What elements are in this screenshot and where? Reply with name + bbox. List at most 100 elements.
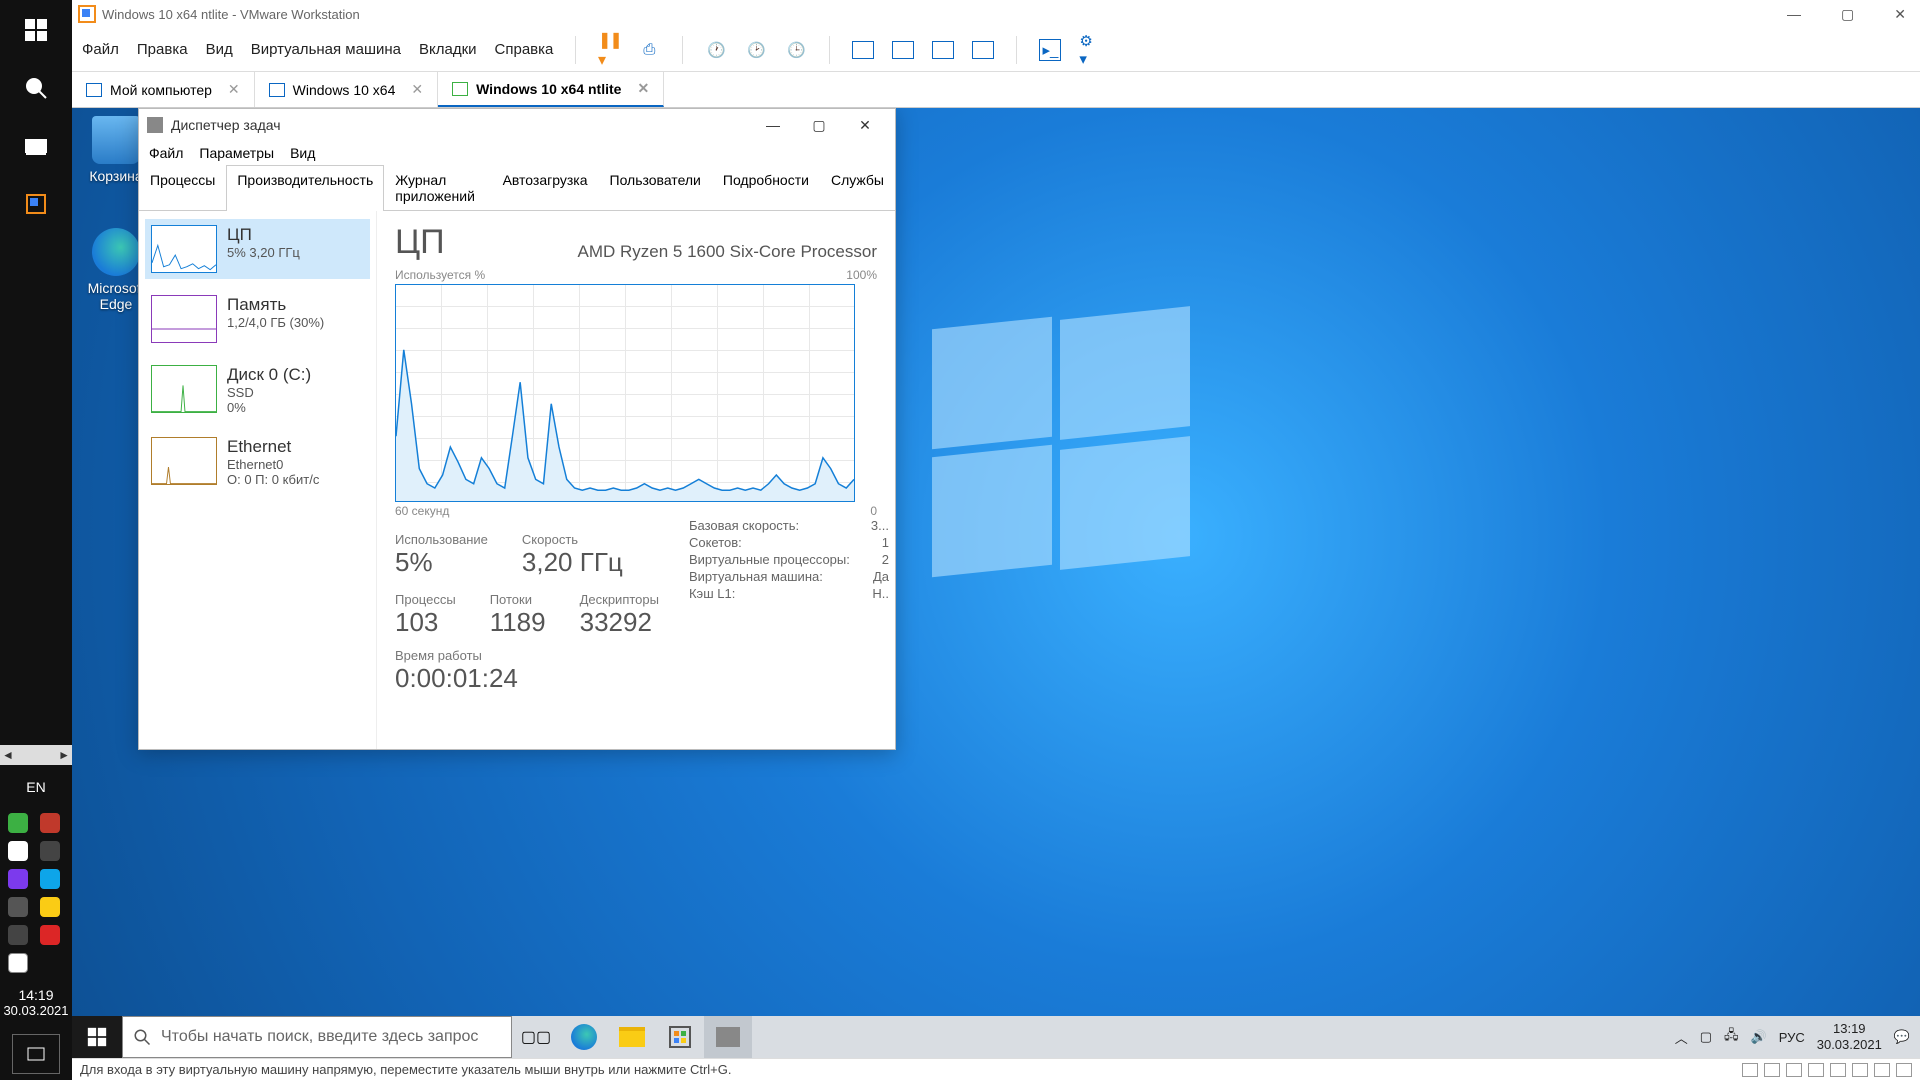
tray-icon-3[interactable] [8, 841, 28, 861]
menu-view[interactable]: Вид [206, 41, 233, 58]
monitor-icon [269, 83, 285, 97]
monitor-on-icon [452, 82, 468, 96]
host-tray [8, 813, 64, 973]
vmware-logo-icon [78, 5, 96, 23]
tray-volume-icon[interactable] [8, 953, 28, 973]
host-taskbar-scroll[interactable]: ◄► [0, 745, 72, 765]
cpu-heading: ЦП [395, 223, 445, 262]
toolbar-snapshot2-icon[interactable]: 🕑 [745, 39, 767, 61]
tm-maximize-button[interactable]: ▢ [797, 110, 841, 140]
tm-tab-details[interactable]: Подробности [712, 165, 820, 210]
guest-search-box[interactable]: Чтобы начать поиск, введите здесь запрос [122, 1016, 512, 1058]
device-icon[interactable] [1742, 1063, 1758, 1077]
sidebar-item-disk[interactable]: Диск 0 (C:)SSD0% [145, 359, 370, 421]
toolbar-view2-icon[interactable] [892, 39, 914, 61]
close-icon[interactable]: ✕ [637, 80, 649, 97]
toolbar-snapshot-icon[interactable]: 🕐 [705, 39, 727, 61]
device-icon[interactable] [1764, 1063, 1780, 1077]
tab-win10[interactable]: Windows 10 x64✕ [255, 72, 438, 107]
tm-tab-startup[interactable]: Автозагрузка [492, 165, 599, 210]
vm-status-hint: Для входа в эту виртуальную машину напря… [80, 1062, 731, 1077]
tray-icon-10[interactable] [40, 925, 60, 945]
guest-desktop[interactable]: Корзина Microsoft Edge Диспетчер задач —… [72, 108, 1920, 1058]
tm-main-panel: ЦП AMD Ryzen 5 1600 Six-Core Processor И… [377, 211, 895, 749]
guest-taskmgr-icon[interactable] [704, 1016, 752, 1058]
sidebar-item-ethernet[interactable]: EthernetEthernet0О: 0 П: 0 кбит/с [145, 431, 370, 493]
tray-icon-1[interactable] [8, 813, 28, 833]
vmware-window-title: Windows 10 x64 ntlite - VMware Workstati… [102, 7, 360, 22]
sidebar-item-memory[interactable]: Память1,2/4,0 ГБ (30%) [145, 289, 370, 349]
device-icon[interactable] [1786, 1063, 1802, 1077]
toolbar-view1-icon[interactable] [852, 39, 874, 61]
tm-titlebar[interactable]: Диспетчер задач — ▢ ✕ [139, 109, 895, 141]
host-clock[interactable]: 14:19 30.03.2021 [3, 987, 68, 1024]
tray-volume-icon[interactable]: 🔊 [1751, 1029, 1767, 1045]
tray-icon-9[interactable] [8, 925, 28, 945]
host-show-desktop[interactable] [12, 1034, 60, 1074]
tray-notifications-icon[interactable]: 💬 [1894, 1029, 1910, 1045]
host-start-button[interactable] [12, 6, 60, 54]
tm-menu-file[interactable]: Файл [149, 145, 183, 161]
tray-icon-7[interactable] [8, 897, 28, 917]
tray-network-icon[interactable]: 🖧 [1724, 1026, 1739, 1048]
tm-tab-services[interactable]: Службы [820, 165, 895, 210]
toolbar-console-icon[interactable]: ▸_ [1039, 39, 1061, 61]
vmware-minimize-button[interactable]: — [1779, 2, 1809, 27]
toolbar-pause-icon[interactable]: ❚❚ ▾ [598, 39, 620, 61]
menu-edit[interactable]: Правка [137, 41, 188, 58]
guest-edge-icon[interactable] [560, 1016, 608, 1058]
vmware-maximize-button[interactable]: ▢ [1833, 2, 1862, 27]
tray-icon-8[interactable] [40, 897, 60, 917]
toolbar-settings-icon[interactable]: ⚙ ▾ [1079, 39, 1101, 61]
menu-help[interactable]: Справка [495, 41, 554, 58]
guest-taskview-icon[interactable]: ▢▢ [512, 1016, 560, 1058]
host-vmware-button[interactable] [12, 180, 60, 228]
toolbar-send-icon[interactable]: ⎙ [638, 39, 660, 61]
menu-vm[interactable]: Виртуальная машина [251, 41, 401, 58]
guest-store-icon[interactable] [656, 1016, 704, 1058]
tm-minimize-button[interactable]: — [751, 110, 795, 140]
tm-menu-options[interactable]: Параметры [199, 145, 274, 161]
host-date: 30.03.2021 [3, 1003, 68, 1018]
tab-win10-ntlite[interactable]: Windows 10 x64 ntlite✕ [438, 72, 664, 107]
device-icon[interactable] [1808, 1063, 1824, 1077]
tray-onedrive-icon[interactable]: ▢ [1700, 1029, 1712, 1045]
tab-my-computer[interactable]: Мой компьютер✕ [72, 72, 255, 107]
host-search-button[interactable] [12, 64, 60, 112]
device-icon[interactable] [1874, 1063, 1890, 1077]
guest-clock[interactable]: 13:1930.03.2021 [1817, 1021, 1882, 1052]
tm-tab-processes[interactable]: Процессы [139, 165, 226, 210]
close-icon[interactable]: ✕ [411, 81, 423, 98]
windows-logo-wallpaper [932, 323, 1188, 579]
host-lang-indicator[interactable]: EN [26, 779, 45, 795]
menu-tabs[interactable]: Вкладки [419, 41, 477, 58]
device-icon[interactable] [1830, 1063, 1846, 1077]
tray-icon-5[interactable] [8, 869, 28, 889]
tray-chevron-up-icon[interactable]: ︿ [1675, 1028, 1688, 1047]
toolbar-snapshot3-icon[interactable]: 🕒 [785, 39, 807, 61]
tray-icon-2[interactable] [40, 813, 60, 833]
guest-start-button[interactable] [72, 1016, 122, 1058]
host-taskview-button[interactable] [12, 122, 60, 170]
tm-tab-performance[interactable]: Производительность [226, 165, 384, 211]
tm-tab-apphistory[interactable]: Журнал приложений [384, 165, 491, 210]
guest-explorer-icon[interactable] [608, 1016, 656, 1058]
menu-file[interactable]: Файл [82, 41, 119, 58]
toolbar-unity-icon[interactable] [972, 39, 994, 61]
chart-xmax: 0 [870, 504, 877, 518]
tm-menu-view[interactable]: Вид [290, 145, 315, 161]
tray-icon-4[interactable] [40, 841, 60, 861]
device-icon[interactable] [1896, 1063, 1912, 1077]
vmware-tabs: Мой компьютер✕ Windows 10 x64✕ Windows 1… [72, 72, 1920, 108]
tm-title: Диспетчер задач [171, 117, 281, 133]
tm-tab-users[interactable]: Пользователи [599, 165, 712, 210]
vmware-close-button[interactable]: ✕ [1886, 2, 1914, 27]
cpu-chart [395, 284, 855, 502]
toolbar-fullscreen-icon[interactable] [932, 39, 954, 61]
guest-lang[interactable]: РУС [1779, 1030, 1805, 1045]
close-icon[interactable]: ✕ [228, 81, 240, 98]
tm-close-button[interactable]: ✕ [843, 110, 887, 140]
device-icon[interactable] [1852, 1063, 1868, 1077]
sidebar-item-cpu[interactable]: ЦП5% 3,20 ГГц [145, 219, 370, 279]
tray-icon-6[interactable] [40, 869, 60, 889]
